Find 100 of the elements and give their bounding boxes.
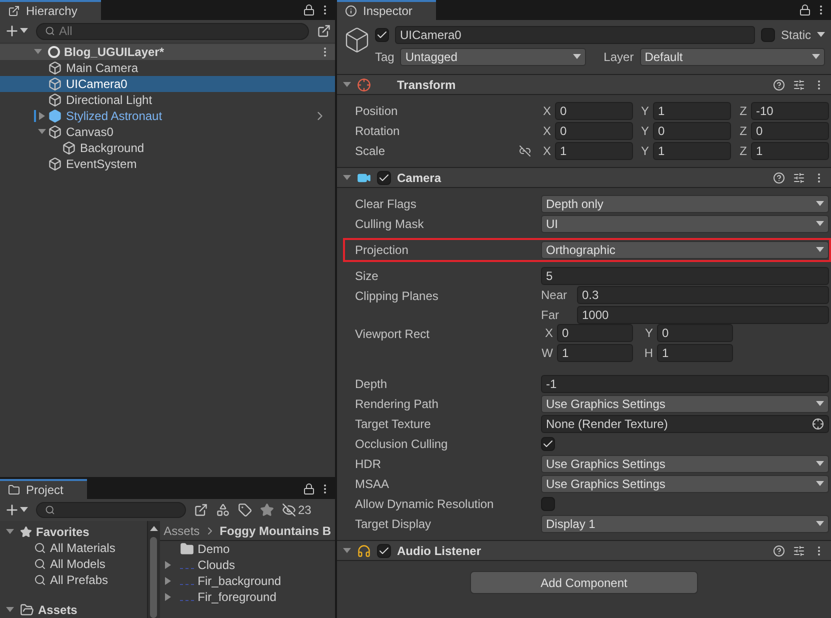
check-icon: [378, 544, 390, 556]
panel-tab[interactable]: Project: [0, 479, 88, 499]
property-label: Target Texture: [355, 416, 432, 433]
component-title: Camera: [397, 170, 442, 186]
dropdown[interactable]: Depth only: [541, 195, 829, 213]
favorite-item[interactable]: All Models: [0, 556, 147, 572]
number-field[interactable]: 1000: [577, 306, 829, 324]
static-checkbox[interactable]: [760, 28, 775, 42]
number-field[interactable]: 0: [557, 324, 633, 342]
property-label: Clear Flags: [355, 196, 418, 213]
breadcrumb-item[interactable]: Foggy Mountains B: [220, 522, 331, 540]
asset-item[interactable]: Clouds: [160, 557, 335, 573]
favorite-item[interactable]: All Materials: [0, 540, 147, 556]
breadcrumb-item[interactable]: Assets: [164, 522, 200, 540]
component-header[interactable]: Audio Listener: [337, 540, 831, 561]
property-label: Size: [355, 268, 380, 285]
add-button[interactable]: [4, 23, 28, 39]
dropdown[interactable]: UI: [541, 215, 829, 233]
add-component-button[interactable]: Add Component: [470, 571, 698, 594]
caret-down-icon: [20, 27, 28, 35]
name-field[interactable]: UICamera0: [395, 26, 755, 44]
collapse-caret-icon[interactable]: [343, 174, 351, 182]
collapse-caret-icon[interactable]: [343, 546, 351, 554]
component-title: Audio Listener: [397, 542, 482, 560]
dropdown[interactable]: Untagged: [400, 48, 586, 66]
number-field[interactable]: 1: [657, 344, 733, 362]
caret-down-icon: [816, 480, 824, 488]
expand-caret-icon[interactable]: [38, 128, 46, 136]
property-label: Depth: [355, 376, 388, 393]
dropdown[interactable]: Orthographic: [541, 241, 829, 259]
folder-icon: [8, 484, 20, 496]
favorite-item[interactable]: All Prefabs: [0, 572, 147, 588]
number-field[interactable]: 1: [653, 102, 731, 120]
add-button[interactable]: [4, 502, 28, 518]
check-icon: [378, 172, 390, 184]
checkbox[interactable]: [541, 497, 555, 511]
axis-label: Y: [640, 143, 649, 160]
number-field[interactable]: -1: [541, 375, 829, 393]
target-picker-icon: [812, 418, 824, 430]
number-field[interactable]: 0: [653, 122, 731, 140]
property-label: HDR: [355, 456, 382, 473]
number-field[interactable]: 1: [555, 142, 633, 160]
prefab-marker: [34, 110, 36, 122]
number-field[interactable]: 0: [555, 102, 633, 120]
enable-checkbox[interactable]: [377, 544, 391, 558]
expand-caret-icon[interactable]: [34, 48, 42, 56]
component-header[interactable]: Transform: [337, 74, 831, 95]
property-label: Rotation: [355, 123, 401, 140]
object-field[interactable]: None (Render Texture): [541, 415, 829, 433]
collapse-caret-icon[interactable]: [343, 80, 351, 88]
component-header[interactable]: Camera: [337, 167, 831, 188]
property-label: Allow Dynamic Resolution: [355, 496, 495, 513]
number-field[interactable]: 1: [557, 344, 633, 362]
scene-header[interactable]: Blog_UGUILayer*: [0, 44, 335, 60]
check-icon: [376, 29, 388, 41]
item-label: UICamera0: [66, 76, 128, 93]
scene-view-button[interactable]: [317, 24, 331, 38]
number-field[interactable]: 0: [555, 122, 633, 140]
number-field[interactable]: 1: [653, 142, 731, 160]
asset-item[interactable]: Fir_background: [160, 573, 335, 589]
search-icon: [34, 558, 46, 570]
help-icon: [773, 78, 785, 90]
dropdown[interactable]: Use Graphics Settings: [541, 455, 829, 473]
popout-icon: [194, 503, 208, 517]
dropdown[interactable]: Display 1: [541, 515, 829, 533]
property-label: Occlusion Culling: [355, 436, 449, 453]
help-icon: [773, 172, 785, 184]
search-field[interactable]: [36, 502, 186, 518]
cube-icon: [48, 61, 62, 75]
dropdown[interactable]: Use Graphics Settings: [541, 395, 829, 413]
hierarchy-item[interactable]: UICamera0: [0, 76, 335, 92]
number-field[interactable]: 0.3: [577, 286, 829, 304]
asset-item[interactable]: Fir_foreground: [160, 589, 335, 605]
active-checkbox[interactable]: [375, 28, 389, 42]
scroll-up-icon: [150, 525, 158, 533]
caret-down-icon: [816, 246, 824, 254]
number-field[interactable]: 5: [541, 267, 829, 285]
caret-down-icon: [816, 520, 824, 528]
number-field[interactable]: 0: [657, 324, 733, 342]
dropdown[interactable]: Default: [640, 48, 826, 66]
hidden-count-button[interactable]: 23: [282, 501, 312, 519]
scrollbar[interactable]: [148, 521, 160, 618]
expand-caret-icon[interactable]: [38, 112, 46, 120]
asset-item[interactable]: Demo: [160, 541, 335, 557]
dropdown[interactable]: Use Graphics Settings: [541, 475, 829, 493]
number-field[interactable]: 1: [751, 142, 829, 160]
checkbox[interactable]: [541, 437, 555, 451]
expand-caret-icon[interactable]: [6, 528, 14, 536]
caret-down-icon: [817, 31, 825, 39]
panel-tab[interactable]: Hierarchy: [0, 0, 102, 20]
panel-tab[interactable]: Inspector: [337, 0, 436, 20]
number-field[interactable]: 0: [751, 122, 829, 140]
expand-caret-icon[interactable]: [6, 606, 14, 614]
axis-label: Near: [541, 287, 568, 304]
caret-down-icon: [816, 200, 824, 208]
static-label: Static: [780, 27, 811, 44]
number-field[interactable]: -10: [751, 102, 829, 120]
unlinked-icon[interactable]: [519, 145, 532, 157]
item-label: EventSystem: [66, 156, 137, 173]
enable-checkbox[interactable]: [377, 170, 391, 184]
